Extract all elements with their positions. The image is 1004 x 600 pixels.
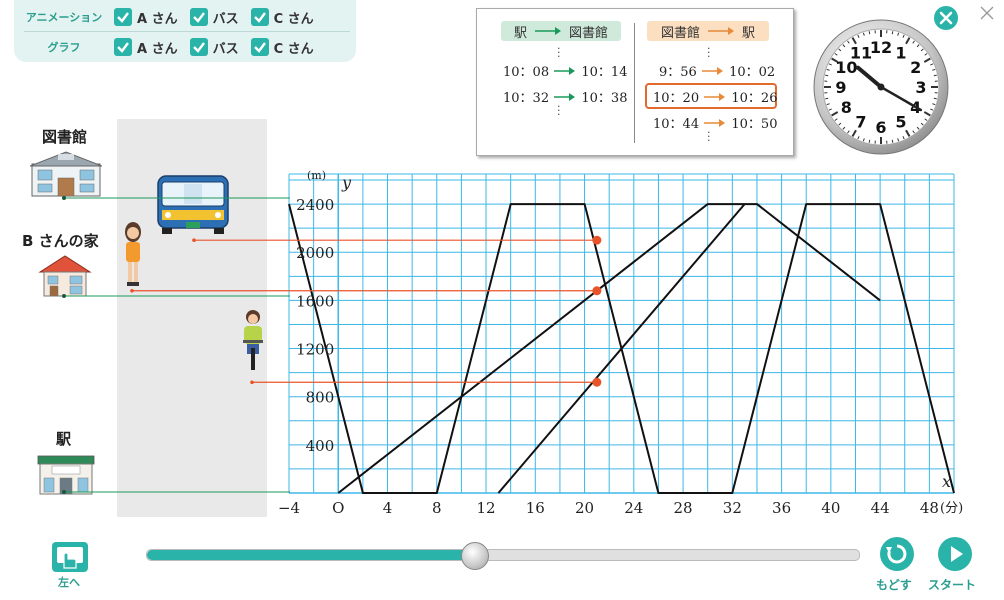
place-guide-dot (62, 490, 66, 494)
x-tick-label: 4 (383, 499, 393, 517)
x-tick-label: 48 (920, 499, 939, 517)
x-unit-label: (分) (940, 501, 963, 516)
x-tick-label: 44 (871, 499, 890, 517)
place-guide-dot (62, 294, 66, 298)
x-tick-label: 40 (821, 499, 840, 517)
timeline-slider-knob[interactable] (460, 542, 489, 570)
position-connector-start (250, 380, 254, 385)
chart-axis-labels: x y (m) (分) (307, 169, 963, 516)
x-tick-label: 32 (723, 499, 742, 517)
chart-grid (288, 173, 955, 494)
chart-markers (130, 235, 602, 387)
distance-time-chart: −4 O 4 8 12 16 20 24 28 32 36 40 44 48400800120016002… (62, 169, 963, 517)
x-axis-label: x (942, 472, 951, 491)
chart-marker-point (592, 235, 602, 245)
play-icon (951, 546, 963, 562)
chart-marker-point (592, 377, 602, 387)
reset-button[interactable] (880, 537, 914, 571)
left-button[interactable] (52, 542, 88, 572)
position-connector-start (130, 288, 134, 293)
y-tick-label: 2400 (296, 196, 334, 214)
reset-button-label: もどす (876, 578, 912, 592)
y-tick-label: 1200 (296, 341, 334, 359)
chart-marker-point (592, 286, 602, 296)
x-tick-label: O (332, 499, 344, 517)
y-tick-label: 400 (306, 437, 335, 455)
hand-pointer-icon (57, 547, 83, 569)
x-tick-label: 8 (432, 499, 442, 517)
start-button[interactable] (938, 537, 972, 571)
x-tick-label: 36 (772, 499, 791, 517)
position-connector-start (192, 238, 196, 243)
x-tick-label: 12 (476, 499, 495, 517)
left-button-label: 左へ (58, 576, 80, 589)
y-tick-label: 1600 (296, 292, 334, 310)
x-tick-label: 20 (575, 499, 594, 517)
reset-icon (886, 544, 907, 564)
y-axis-label: y (341, 173, 352, 192)
start-button-label: スタート (928, 578, 977, 592)
x-tick-label: 16 (526, 499, 545, 517)
y-tick-label: 2000 (296, 244, 334, 262)
x-tick-label: 28 (674, 499, 693, 517)
timeline-slider-fill (147, 550, 474, 560)
y-tick-label: 800 (306, 389, 335, 407)
y-unit-label: (m) (307, 169, 326, 182)
x-tick-label: −4 (278, 499, 300, 517)
place-guide-dot (62, 196, 66, 200)
x-tick-label: 24 (624, 499, 643, 517)
